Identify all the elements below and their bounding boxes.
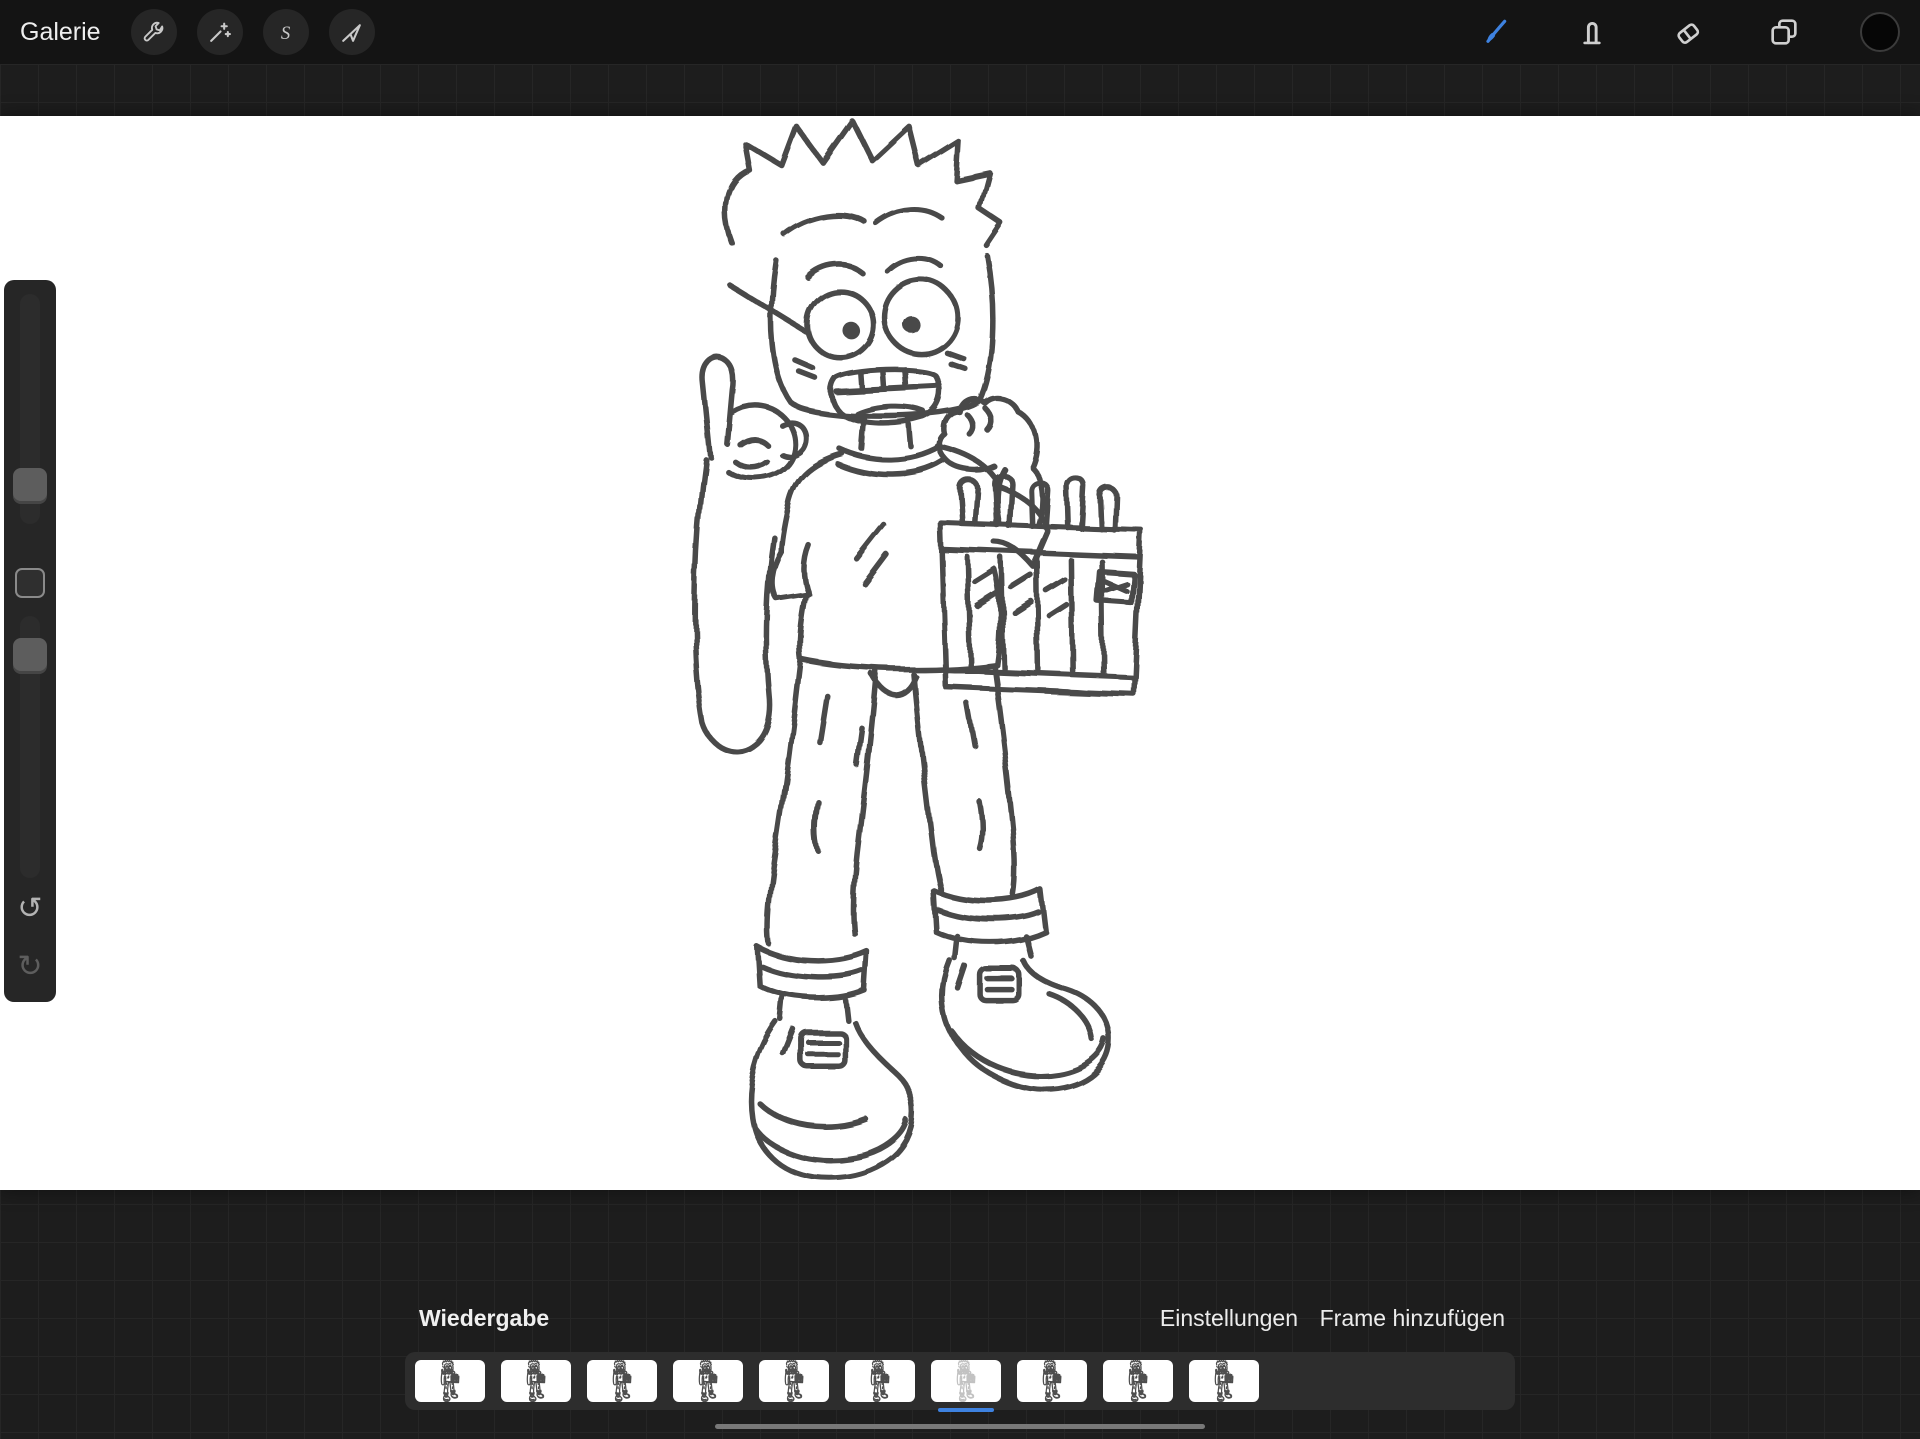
brush-sidebar: ↺ ↻ — [4, 280, 56, 1002]
frame-thumbnail[interactable] — [415, 1360, 485, 1402]
playback-header: Wiedergabe Einstellungen Frame hinzufüge… — [0, 1305, 1920, 1337]
character-sketch — [0, 116, 1920, 1190]
brush-size-handle[interactable] — [13, 468, 47, 504]
frame-strip[interactable] — [405, 1352, 1515, 1410]
frame-thumbnail[interactable] — [587, 1360, 657, 1402]
top-toolbar: Galerie S — [0, 0, 1920, 64]
modify-button[interactable] — [15, 568, 45, 598]
wrench-icon — [141, 20, 166, 45]
animation-settings-button[interactable]: Einstellungen — [1160, 1305, 1298, 1332]
frame-thumbnail[interactable] — [1189, 1360, 1259, 1402]
frame-thumbnail[interactable] — [501, 1360, 571, 1402]
magic-wand-icon — [207, 20, 232, 45]
selection-s-icon: S — [273, 20, 298, 45]
selection-button[interactable]: S — [263, 9, 309, 55]
frame-thumbnail[interactable] — [845, 1360, 915, 1402]
playback-title: Wiedergabe — [419, 1305, 549, 1332]
eraser-icon — [1672, 16, 1704, 48]
transform-arrow-icon — [339, 20, 364, 45]
home-indicator[interactable] — [715, 1424, 1205, 1429]
redo-button[interactable]: ↻ — [4, 952, 56, 982]
color-swatch[interactable] — [1860, 12, 1900, 52]
frame-thumbnail[interactable] — [759, 1360, 829, 1402]
gallery-button[interactable]: Galerie — [20, 18, 101, 47]
actions-button[interactable] — [131, 9, 177, 55]
transform-button[interactable] — [329, 9, 375, 55]
frame-thumbnail[interactable] — [673, 1360, 743, 1402]
frame-thumbnail[interactable] — [1017, 1360, 1087, 1402]
add-frame-button[interactable]: Frame hinzufügen — [1320, 1305, 1505, 1332]
erase-tool-button[interactable] — [1670, 14, 1706, 50]
paintbrush-icon — [1480, 16, 1512, 48]
frame-thumbnail[interactable] — [931, 1360, 1001, 1402]
adjustments-button[interactable] — [197, 9, 243, 55]
frame-thumbnail[interactable] — [1103, 1360, 1173, 1402]
smudge-icon — [1576, 16, 1608, 48]
smudge-tool-button[interactable] — [1574, 14, 1610, 50]
selected-frame-indicator — [938, 1408, 994, 1412]
paint-tool-button[interactable] — [1478, 14, 1514, 50]
layers-button[interactable] — [1766, 14, 1802, 50]
svg-text:S: S — [281, 22, 291, 43]
layers-icon — [1768, 16, 1800, 48]
undo-button[interactable]: ↺ — [4, 894, 56, 924]
opacity-handle[interactable] — [13, 638, 47, 674]
procreate-screen: Galerie S — [0, 0, 1920, 1439]
drawing-canvas[interactable] — [0, 116, 1920, 1190]
